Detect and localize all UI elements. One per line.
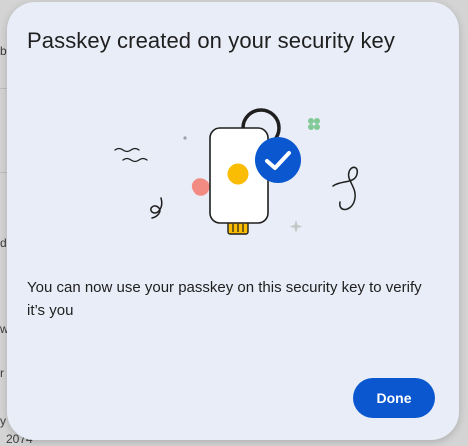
dialog-title: Passkey created on your security key: [27, 28, 395, 53]
passkey-created-dialog: Passkey created on your security key You…: [7, 2, 459, 440]
dialog-message: You can now use your passkey on this sec…: [27, 279, 422, 319]
done-button[interactable]: Done: [353, 378, 435, 418]
background-text-fragment: d: [0, 236, 7, 250]
background-text-fragment: b: [0, 44, 7, 58]
security-key-checkmark-illustration: [114, 108, 359, 235]
background-text-fragment: y: [0, 414, 6, 428]
background-text-fragment: r: [0, 366, 4, 380]
